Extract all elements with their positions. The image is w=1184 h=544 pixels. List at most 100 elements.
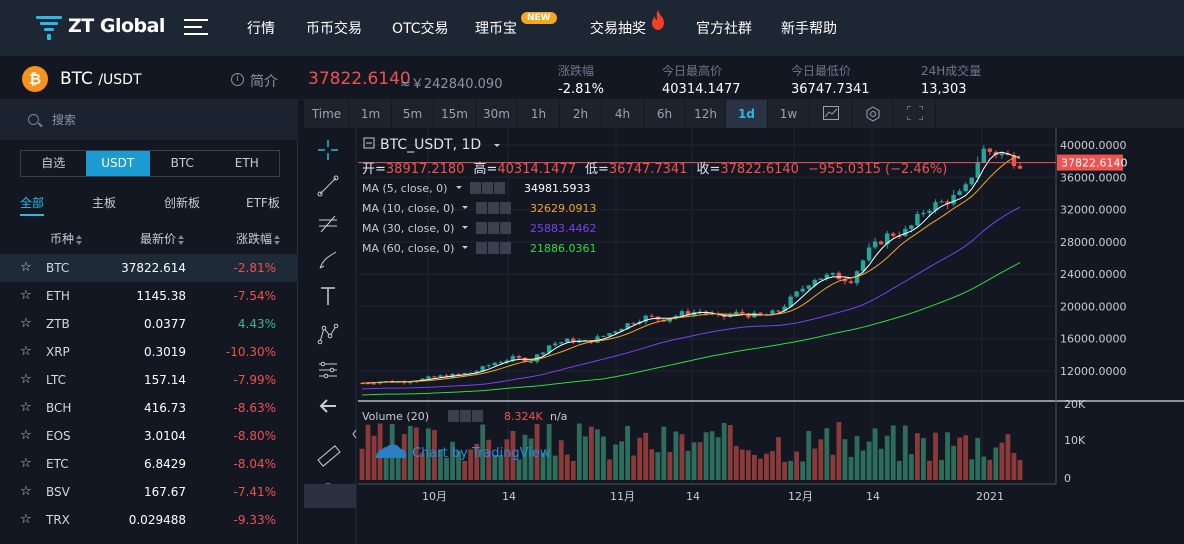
interval-30m[interactable]: 30m bbox=[476, 100, 518, 128]
tab-btc[interactable]: BTC bbox=[150, 151, 215, 176]
crosshair-icon[interactable] bbox=[318, 140, 338, 160]
market-row[interactable]: ☆ ETH 1145.38 -7.54% bbox=[0, 282, 298, 310]
coin-name: ZTB bbox=[46, 317, 70, 331]
market-row[interactable]: ☆ ETC 6.8429 -8.04% bbox=[0, 450, 298, 478]
nav-otc[interactable]: OTC交易 bbox=[392, 18, 449, 38]
fib-icon[interactable] bbox=[319, 215, 337, 233]
header-coin[interactable]: 币种 bbox=[50, 230, 83, 247]
volume-bar bbox=[921, 438, 926, 480]
settings-icon[interactable] bbox=[488, 242, 499, 254]
toolbar-scroll[interactable] bbox=[304, 484, 356, 508]
nav-wealth[interactable]: 理币宝 bbox=[475, 18, 517, 38]
tab-etf-board[interactable]: ETF板 bbox=[246, 194, 280, 211]
close-icon[interactable] bbox=[500, 202, 511, 214]
interval-1d[interactable]: 1d bbox=[726, 100, 768, 128]
chevron-down-icon[interactable] bbox=[462, 226, 468, 229]
nav-community[interactable]: 官方社群 bbox=[696, 18, 752, 38]
eye-icon[interactable] bbox=[448, 410, 459, 422]
market-row[interactable]: ☆ ZTB 0.0377 4.43% bbox=[0, 310, 298, 338]
chart-title[interactable]: BTC_USDT, 1D bbox=[380, 137, 481, 153]
ma-label[interactable]: MA (30, close, 0) bbox=[362, 222, 454, 235]
market-row[interactable]: ☆ BCH 416.73 -8.63% bbox=[0, 394, 298, 422]
interval-1m[interactable]: 1m bbox=[350, 100, 392, 128]
eye-icon[interactable] bbox=[476, 222, 487, 234]
close-icon[interactable] bbox=[500, 242, 511, 254]
ma-label[interactable]: MA (60, close, 0) bbox=[362, 242, 454, 255]
close-icon[interactable] bbox=[472, 410, 483, 422]
tab-innovation-board[interactable]: 创新板 bbox=[164, 194, 200, 211]
star-icon[interactable]: ☆ bbox=[20, 344, 32, 359]
nav-help[interactable]: 新手帮助 bbox=[781, 18, 837, 38]
header-price[interactable]: 最新价 bbox=[140, 230, 185, 247]
chevron-down-icon[interactable] bbox=[456, 186, 462, 189]
star-icon[interactable]: ☆ bbox=[20, 260, 32, 275]
chevron-down-icon[interactable] bbox=[462, 206, 468, 209]
brand-logo[interactable]: ZT Global bbox=[36, 14, 166, 40]
fullscreen-icon[interactable] bbox=[894, 100, 936, 128]
star-icon[interactable]: ☆ bbox=[20, 512, 32, 527]
tab-usdt[interactable]: USDT bbox=[85, 151, 150, 176]
eye-icon[interactable] bbox=[476, 242, 487, 254]
star-icon[interactable]: ☆ bbox=[20, 456, 32, 471]
market-row[interactable]: ☆ EOS 3.0104 -8.80% bbox=[0, 422, 298, 450]
market-row[interactable]: ☆ XRP 0.3019 -10.30% bbox=[0, 338, 298, 366]
nav-market[interactable]: 行情 bbox=[247, 18, 275, 38]
menu-icon[interactable] bbox=[184, 18, 208, 36]
interval-Time[interactable]: Time bbox=[304, 100, 350, 128]
settings-icon[interactable] bbox=[488, 222, 499, 234]
market-row[interactable]: ☆ BSV 167.67 -7.41% bbox=[0, 478, 298, 506]
nav-spot-trading[interactable]: 币币交易 bbox=[306, 18, 362, 38]
volume-bar bbox=[794, 451, 800, 480]
interval-4h[interactable]: 4h bbox=[602, 100, 644, 128]
volume-na: n/a bbox=[550, 410, 567, 423]
interval-5m[interactable]: 5m bbox=[392, 100, 434, 128]
brush-icon[interactable] bbox=[319, 251, 337, 269]
trendline-icon[interactable] bbox=[317, 175, 339, 197]
interval-6h[interactable]: 6h bbox=[644, 100, 686, 128]
star-icon[interactable]: ☆ bbox=[20, 372, 32, 387]
star-icon[interactable]: ☆ bbox=[20, 288, 32, 303]
settings-icon[interactable] bbox=[482, 182, 493, 194]
intro-link[interactable]: 简介 bbox=[250, 71, 278, 91]
ma-label[interactable]: MA (10, close, 0) bbox=[362, 202, 454, 215]
interval-1h[interactable]: 1h bbox=[518, 100, 560, 128]
settings-icon[interactable] bbox=[488, 202, 499, 214]
pattern-icon[interactable] bbox=[317, 323, 339, 345]
chart-canvas[interactable]: 37822.6140 40000.0000 36000.0000 32000.0000… bbox=[304, 128, 1184, 544]
tab-main-board[interactable]: 主板 bbox=[92, 194, 116, 211]
info-icon[interactable]: i bbox=[231, 73, 244, 86]
tab-all[interactable]: 全部 bbox=[20, 194, 44, 211]
volume-bar bbox=[697, 442, 703, 480]
star-icon[interactable]: ☆ bbox=[20, 400, 32, 415]
candle-body bbox=[921, 212, 926, 215]
eye-icon[interactable] bbox=[470, 182, 481, 194]
interval-12h[interactable]: 12h bbox=[686, 100, 726, 128]
search-input[interactable] bbox=[52, 111, 252, 129]
star-icon[interactable]: ☆ bbox=[20, 428, 32, 443]
nav-lottery[interactable]: 交易抽奖 bbox=[590, 18, 646, 38]
ma-label[interactable]: MA (5, close, 0) bbox=[362, 182, 447, 195]
text-tool-icon[interactable] bbox=[321, 287, 335, 305]
interval-15m[interactable]: 15m bbox=[434, 100, 476, 128]
market-row[interactable]: ☆ BTC 37822.614 -2.81% bbox=[0, 254, 298, 282]
chevron-down-icon[interactable] bbox=[462, 246, 468, 249]
market-row[interactable]: ☆ LTC 157.14 -7.99% bbox=[0, 366, 298, 394]
interval-2h[interactable]: 2h bbox=[560, 100, 602, 128]
volume-label[interactable]: Volume (20) bbox=[362, 410, 429, 423]
ruler-icon[interactable] bbox=[317, 445, 341, 467]
star-icon[interactable]: ☆ bbox=[20, 316, 32, 331]
settings-icon[interactable] bbox=[460, 410, 471, 422]
indicators-icon[interactable] bbox=[852, 100, 894, 128]
header-change[interactable]: 涨跌幅 bbox=[236, 230, 281, 247]
market-row[interactable]: ☆ TRX 0.029488 -9.33% bbox=[0, 506, 298, 534]
measure-icon[interactable] bbox=[319, 361, 337, 379]
close-icon[interactable] bbox=[494, 182, 505, 194]
interval-1w[interactable]: 1w bbox=[768, 100, 810, 128]
star-icon[interactable]: ☆ bbox=[20, 484, 32, 499]
tab-eth[interactable]: ETH bbox=[215, 151, 280, 176]
tab-favorites[interactable]: 自选 bbox=[21, 151, 86, 176]
close-icon[interactable] bbox=[500, 222, 511, 234]
back-arrow-icon[interactable] bbox=[319, 399, 336, 413]
chart-type-icon[interactable] bbox=[810, 100, 852, 128]
eye-icon[interactable] bbox=[476, 202, 487, 214]
